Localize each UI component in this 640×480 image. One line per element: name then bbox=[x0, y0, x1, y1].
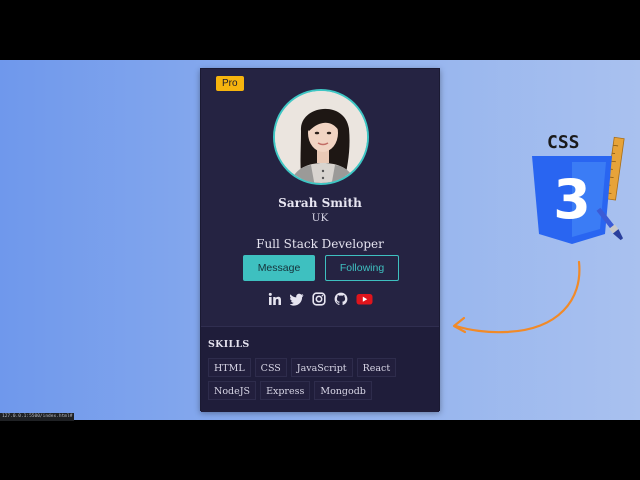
pro-badge: Pro bbox=[216, 76, 244, 91]
github-icon[interactable] bbox=[334, 292, 348, 306]
social-links bbox=[201, 292, 439, 308]
profile-name: Sarah Smith bbox=[278, 196, 362, 210]
following-button[interactable]: Following bbox=[325, 255, 399, 281]
skills-section: SKILLS HTML CSS JavaScript React NodeJS … bbox=[201, 326, 439, 412]
video-frame: Pro Sarah Smith UK Full Stack Developer … bbox=[0, 60, 640, 420]
avatar-photo bbox=[275, 91, 367, 183]
instagram-icon[interactable] bbox=[311, 292, 326, 306]
skill-tag: React bbox=[356, 358, 397, 377]
css-logo-text: CSS bbox=[547, 132, 580, 153]
skill-tag: NodeJS bbox=[208, 381, 257, 400]
profile-card: Pro Sarah Smith UK Full Stack Developer … bbox=[200, 68, 440, 412]
skill-tag: CSS bbox=[254, 358, 287, 377]
pointer-arrow-icon bbox=[452, 260, 581, 334]
css-logo-number: 3 bbox=[553, 168, 591, 231]
skill-tag: Mongodb bbox=[314, 381, 372, 400]
twitter-icon[interactable] bbox=[289, 292, 304, 306]
profile-location: UK bbox=[311, 212, 329, 224]
youtube-icon[interactable] bbox=[356, 292, 373, 306]
avatar bbox=[273, 89, 369, 185]
css3-logo-icon: CSS 3 bbox=[532, 132, 625, 244]
message-button[interactable]: Message bbox=[243, 255, 315, 281]
profile-role: Full Stack Developer bbox=[256, 237, 384, 251]
skill-tag: JavaScript bbox=[290, 358, 353, 377]
skills-tag-list: HTML CSS JavaScript React NodeJS Express… bbox=[208, 358, 438, 400]
linkedin-icon[interactable] bbox=[268, 292, 282, 306]
skill-tag: HTML bbox=[208, 358, 251, 377]
browser-status-url: 127.0.0.1:5500/index.html# bbox=[0, 413, 75, 421]
skills-title: SKILLS bbox=[208, 339, 250, 350]
skill-tag: Express bbox=[260, 381, 311, 400]
